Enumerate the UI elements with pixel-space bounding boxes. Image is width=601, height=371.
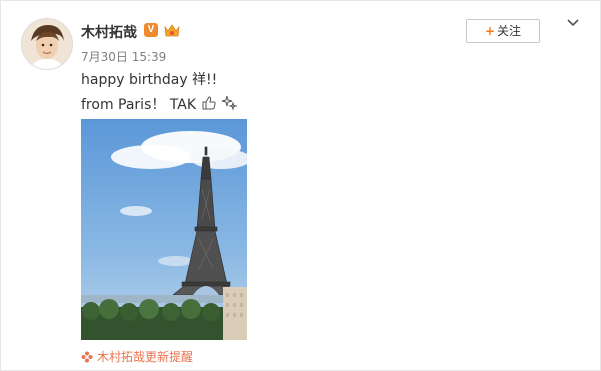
verified-badge-icon[interactable]: V xyxy=(144,23,158,37)
vip-crown-icon[interactable] xyxy=(163,22,181,39)
weibo-post-card: 木村拓哉 V 7月30日 15:39 + 关注 happy birthday 祥!… xyxy=(0,0,601,371)
source-link[interactable]: 木村拓哉更新提醒 xyxy=(81,348,193,365)
post-timestamp[interactable]: 7月30日 15:39 xyxy=(81,48,166,65)
username[interactable]: 木村拓哉 xyxy=(81,22,137,42)
post-text-from-paris: from Paris！ TAK xyxy=(81,97,197,113)
post-text-line2: from Paris！ TAK xyxy=(81,94,238,115)
source-label: 木村拓哉更新提醒 xyxy=(97,350,194,364)
flower-icon xyxy=(81,351,93,363)
post-photo-eiffel-tower[interactable] xyxy=(81,119,247,340)
avatar[interactable] xyxy=(21,18,73,70)
post-text-line1: happy birthday 祥!! xyxy=(81,69,217,89)
sparkles-icon xyxy=(221,95,238,115)
follow-button[interactable]: + 关注 xyxy=(466,19,540,43)
follow-label: 关注 xyxy=(497,24,522,38)
post-text-birthday: happy birthday 祥!! xyxy=(81,72,218,88)
thumbs-up-icon xyxy=(201,95,217,115)
plus-icon: + xyxy=(484,24,496,38)
chevron-down-icon[interactable] xyxy=(566,16,580,30)
